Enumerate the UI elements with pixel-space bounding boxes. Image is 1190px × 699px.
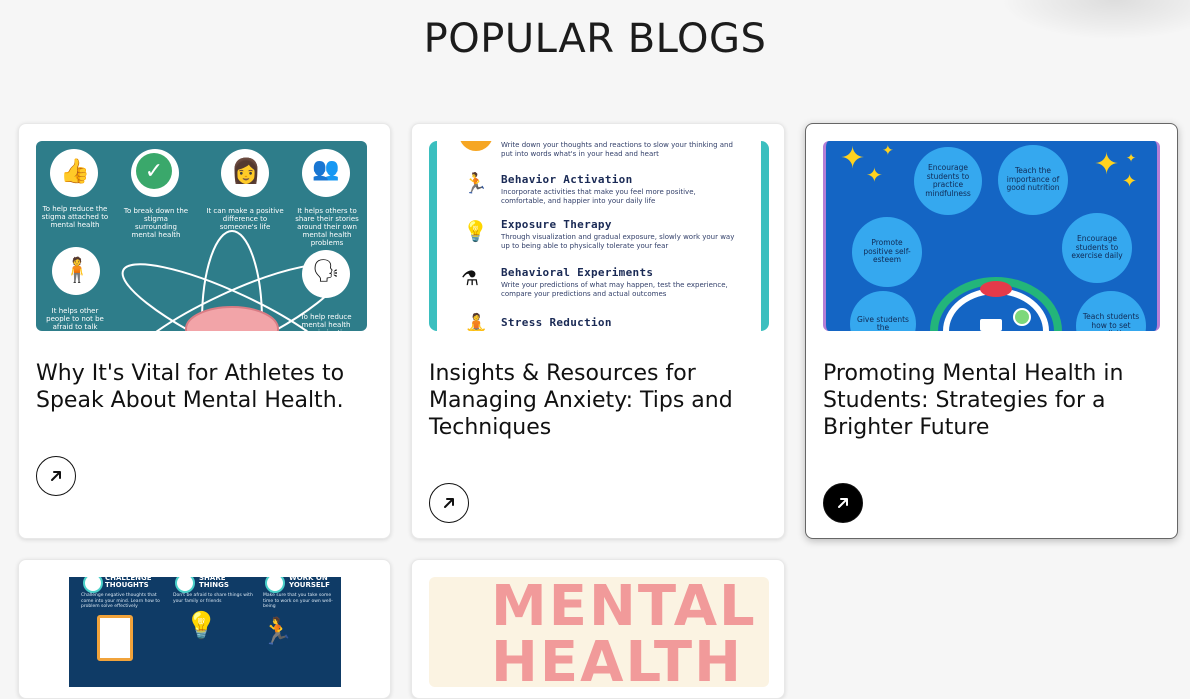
arrow-up-right-icon xyxy=(838,498,848,508)
thumb-caption: To break down the stigma surrounding men… xyxy=(123,207,189,239)
arrow-up-right-icon xyxy=(51,471,61,481)
thumb-caption: To help reduce mental health discriminat… xyxy=(300,313,352,331)
thumb-step-title: Behavior Activation xyxy=(501,173,633,186)
thumb-heading: SHARE THINGS xyxy=(199,577,229,589)
read-more-button[interactable] xyxy=(429,483,469,523)
thumb-text: Don't be afraid to share things with you… xyxy=(173,593,253,604)
blog-card-title[interactable]: Insights & Resources for Managing Anxiet… xyxy=(429,360,769,441)
blog-card-thumbnail: Write down your thoughts and reactions t… xyxy=(429,141,769,331)
running-person-icon: 🏃 xyxy=(463,171,488,195)
thumb-caption: It can make a positive difference to som… xyxy=(206,207,284,231)
blog-card-mental-health[interactable]: MENTAL HEALTH xyxy=(411,559,785,699)
thumb-step-text: Write your predictions of what may happe… xyxy=(501,281,728,298)
thumb-text: Challenge negative thoughts that come in… xyxy=(81,593,160,609)
thumb-heading: WORK ON YOURSELF xyxy=(289,577,330,589)
blog-card-athletes[interactable]: 👍 ✓ 👩 👥 🧍 🗣 To help reduce the stigma at… xyxy=(18,123,391,539)
thumb-step-text: Through visualization and gradual exposu… xyxy=(501,233,735,250)
thumb-step-title: Behavioral Experiments xyxy=(501,266,654,279)
thumb-heading: CHALLENGE THOUGHTS xyxy=(105,577,152,589)
blog-card-thumbnail: ✦ ✦ ✦ ✦ ✦ ✦ Encourage students to practi… xyxy=(823,141,1160,331)
thumb-caption: It helps other people to not be afraid t… xyxy=(46,307,104,331)
blog-card-anxiety[interactable]: Write down your thoughts and reactions t… xyxy=(411,123,785,539)
blog-card-thumbnail: MENTAL HEALTH xyxy=(429,577,769,687)
arrow-up-right-icon xyxy=(444,498,454,508)
thumbs-up-icon: 👍 xyxy=(60,157,90,185)
sad-person-icon: 🧍 xyxy=(62,256,92,284)
ring-illustration xyxy=(930,277,1062,331)
thumb-step-text: Incorporate activities that make you fee… xyxy=(501,188,696,205)
woman-face-icon: 👩 xyxy=(231,157,261,185)
treadmill-icon: 🏃 xyxy=(261,617,294,647)
clipboard-icon xyxy=(97,615,133,661)
blog-card-title[interactable]: Why It's Vital for Athletes to Speak Abo… xyxy=(36,360,376,414)
head-lightbulb-icon: 💡 xyxy=(463,219,488,243)
person-with-speech-icon: 🗣 xyxy=(312,259,340,284)
thumb-word: MENTAL xyxy=(491,577,757,639)
circle-icon xyxy=(265,577,285,593)
blog-card-title[interactable]: Promoting Mental Health in Students: Str… xyxy=(823,360,1163,441)
circle-icon xyxy=(83,577,103,593)
flasks-icon: ⚗ xyxy=(461,266,479,290)
meditation-icon: 🧘 xyxy=(465,313,488,331)
thumb-step-title: Exposure Therapy xyxy=(501,218,612,231)
read-more-button[interactable] xyxy=(823,483,863,523)
thumb-caption: It helps others to share their stories a… xyxy=(295,207,359,247)
thumb-caption: To help reduce the stigma attached to me… xyxy=(41,205,109,229)
thumb-text: Make sure that you take some time to wor… xyxy=(263,593,333,609)
person-lightbulb-icon: 💡 xyxy=(185,611,218,641)
read-more-button[interactable] xyxy=(36,456,76,496)
circle-icon xyxy=(175,577,195,593)
blog-card-students[interactable]: ✦ ✦ ✦ ✦ ✦ ✦ Encourage students to practi… xyxy=(805,123,1178,539)
thumb-step-text: Write down your thoughts and reactions t… xyxy=(501,141,733,158)
thumb-word: HEALTH xyxy=(491,630,743,688)
two-people-talking-icon: 👥 xyxy=(312,157,340,182)
check-circle-icon: ✓ xyxy=(136,153,172,189)
thumb-step-title: Stress Reduction xyxy=(501,316,612,329)
page-title: POPULAR BLOGS xyxy=(423,16,767,62)
blog-card-thoughts[interactable]: CHALLENGE THOUGHTS SHARE THINGS WORK ON … xyxy=(18,559,391,699)
blog-card-thumbnail: CHALLENGE THOUGHTS SHARE THINGS WORK ON … xyxy=(69,577,341,687)
blog-card-thumbnail: 👍 ✓ 👩 👥 🧍 🗣 To help reduce the stigma at… xyxy=(36,141,367,331)
